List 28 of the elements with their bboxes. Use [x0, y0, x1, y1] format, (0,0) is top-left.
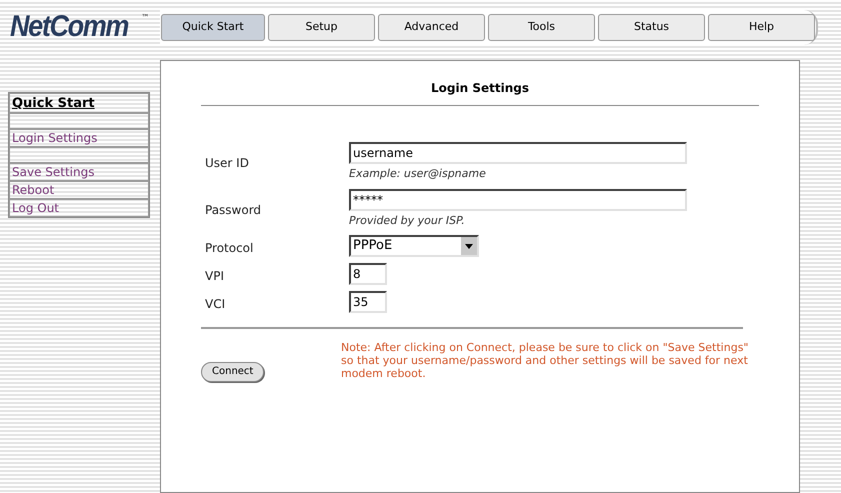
menu-link[interactable]: Reboot [9, 181, 149, 199]
nav-tab[interactable]: Quick Start [161, 14, 265, 40]
nav-tab[interactable]: Help [708, 14, 815, 40]
nav-tab[interactable]: Tools [488, 14, 595, 40]
number-field[interactable]: 35 [349, 291, 387, 313]
field-label: Protocol [205, 240, 254, 257]
nav-tab[interactable]: Status [598, 14, 705, 40]
field-label: User ID [205, 155, 250, 172]
password-field[interactable]: ***** [349, 188, 687, 210]
field-label: Password [205, 202, 262, 218]
field-hint: Example: user@ispname [349, 166, 487, 182]
menu-link[interactable]: Log Out [9, 199, 149, 217]
trademark-mark: ™ [141, 12, 150, 24]
menu-link[interactable]: Save Settings [9, 163, 149, 181]
menu-link[interactable]: Login Settings [9, 129, 149, 147]
field-hint: Provided by your ISP. [349, 212, 466, 228]
user-id-field[interactable]: username [349, 142, 687, 164]
nav-tab[interactable]: Advanced [378, 14, 485, 40]
protocol-dropdown[interactable]: PPPoE [349, 235, 479, 257]
number-field[interactable]: 8 [349, 263, 387, 285]
nav-tab[interactable]: Setup [268, 14, 375, 40]
save-note: Note: After clicking on Connect, please be sure to click on "Save Settings" so that your username/password and other settings will be saved for next modem reboot. [340, 341, 750, 380]
connect-button[interactable]: Connect [201, 362, 264, 382]
panel-title: Login Settings [430, 80, 530, 97]
logo: NetComm [10, 12, 128, 42]
menu-heading: Quick Start [9, 93, 149, 113]
field-label: VCI [205, 296, 226, 313]
field-label: VPI [205, 268, 225, 285]
